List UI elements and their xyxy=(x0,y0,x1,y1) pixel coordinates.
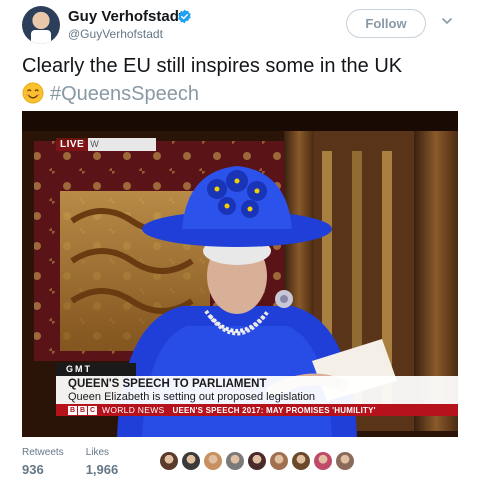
bbc-letter: B xyxy=(78,405,87,415)
liker-avatar[interactable] xyxy=(248,452,266,470)
bbc-letter: C xyxy=(88,405,97,415)
news-subline: Queen Elizabeth is setting out proposed … xyxy=(68,391,316,403)
tweet-text: Clearly the EU still inspires some in th… xyxy=(22,52,462,108)
bbc-letter: B xyxy=(68,405,77,415)
gmt-label: GMT xyxy=(56,363,136,376)
live-badge: LIVE W xyxy=(56,138,157,151)
author-name[interactable]: Guy Verhofstadt xyxy=(68,8,184,25)
follow-button[interactable]: Follow xyxy=(346,9,426,38)
likes-count: 1,966 xyxy=(85,462,119,477)
liker-avatar[interactable] xyxy=(336,452,354,470)
liker-avatar[interactable] xyxy=(226,452,244,470)
likes-label: Likes xyxy=(85,447,110,458)
chevron-down-icon[interactable] xyxy=(440,14,454,28)
live-label: LIVE xyxy=(56,138,89,151)
news-lower-third: QUEEN'S SPEECH TO PARLIAMENT Queen Eliza… xyxy=(56,376,458,404)
tweet-text-line: Clearly the EU still inspires some in th… xyxy=(22,55,403,77)
liker-avatar[interactable] xyxy=(182,452,200,470)
tweet-media[interactable]: LIVE W GMT QUEEN'S SPEECH TO PARLIAMENT … xyxy=(22,111,458,437)
hashtag-link[interactable]: #QueensSpeech xyxy=(50,83,199,105)
retweets-count: 936 xyxy=(22,462,44,477)
author-handle[interactable]: @GuyVerhofstadt xyxy=(68,27,163,41)
retweets-label: Retweets xyxy=(22,447,64,458)
tweet-stats: Retweets 936 Likes 1,966 xyxy=(22,447,140,477)
live-letter: W xyxy=(88,138,157,151)
liker-avatars xyxy=(160,452,358,470)
channel-name: WORLD NEWS xyxy=(102,405,165,415)
liker-avatar[interactable] xyxy=(270,452,288,470)
bbc-logo: B B C xyxy=(68,405,98,415)
verified-badge-icon xyxy=(178,9,191,24)
retweets-stat[interactable]: Retweets 936 xyxy=(22,447,64,477)
smiling-face-icon xyxy=(22,82,44,104)
liker-avatar[interactable] xyxy=(314,452,332,470)
author-avatar[interactable] xyxy=(22,6,60,44)
ticker-text: UEEN'S SPEECH 2017: MAY PROMISES 'HUMILI… xyxy=(172,405,376,415)
news-ticker: B B C WORLD NEWS UEEN'S SPEECH 2017: MAY… xyxy=(56,404,458,416)
liker-avatar[interactable] xyxy=(292,452,310,470)
news-headline: QUEEN'S SPEECH TO PARLIAMENT xyxy=(68,378,267,390)
tweet-card: Guy Verhofstadt @GuyVerhofstadt Follow C… xyxy=(0,0,480,480)
liker-avatar[interactable] xyxy=(204,452,222,470)
liker-avatar[interactable] xyxy=(160,452,178,470)
likes-stat[interactable]: Likes 1,966 xyxy=(86,447,119,477)
